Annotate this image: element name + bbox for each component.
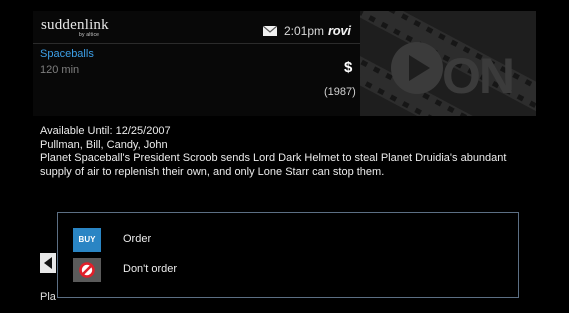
dont-order-option-label: Don't order	[123, 263, 178, 275]
on-demand-poster: ON	[360, 11, 536, 116]
mail-icon	[263, 26, 277, 36]
synopsis-line-1: Planet Spaceball's President Scroob send…	[40, 152, 507, 164]
background-menu-label: Pla	[40, 291, 56, 303]
program-duration: 120 min	[40, 64, 80, 76]
program-description: Available Until: 12/25/2007 Pullman, Bil…	[40, 125, 540, 179]
clock-time: 2:01pm	[284, 24, 325, 38]
program-title: Spaceballs	[40, 48, 94, 60]
brand-logo: suddenlink by altice	[41, 17, 109, 38]
back-arrow-icon[interactable]	[40, 253, 56, 273]
order-option[interactable]: BUY Order	[73, 228, 493, 254]
film-strip-art: ON	[360, 11, 536, 116]
synopsis-line-2: supply of air to replenish their own, an…	[40, 165, 385, 178]
brand-logo-subtext: by altice	[79, 32, 100, 38]
header-divider	[33, 43, 360, 44]
prohibited-icon	[73, 258, 101, 282]
order-option-label: Order	[123, 233, 152, 245]
program-year: (1987)	[324, 86, 356, 98]
brand-logo-text: suddenlink	[41, 17, 109, 33]
screen: suddenlink by altice 2:01pm rovi Spaceba…	[0, 0, 569, 313]
poster-on-text: ON	[442, 48, 513, 104]
availability-text: Available Until: 12/25/2007	[40, 125, 171, 137]
buy-icon: BUY	[73, 228, 101, 252]
program-price: $	[344, 59, 353, 76]
dont-order-option[interactable]: Don't order	[73, 258, 493, 284]
order-dialog: BUY Order Don't order	[57, 212, 519, 298]
cast-text: Pullman, Bill, Candy, John	[40, 138, 168, 151]
provider-logo: rovi	[328, 23, 351, 38]
